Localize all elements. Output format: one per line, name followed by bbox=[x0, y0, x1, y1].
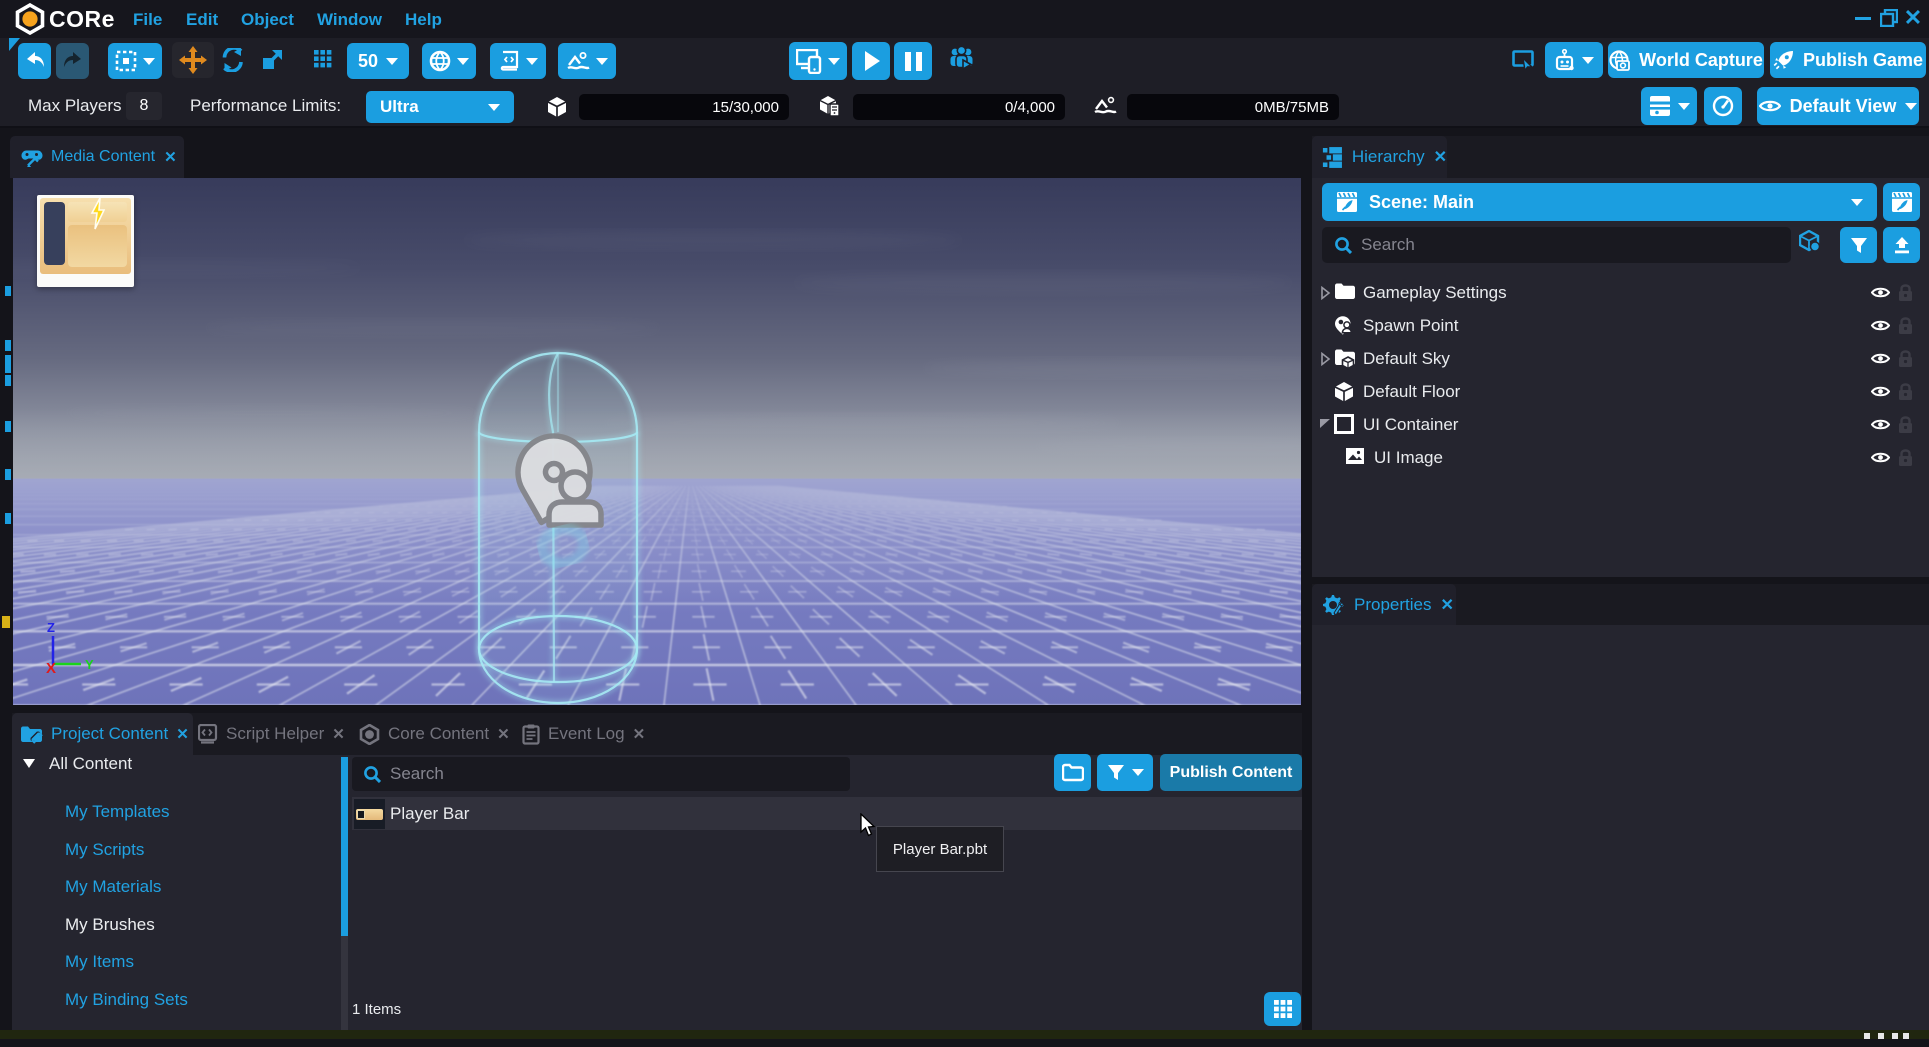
svg-text:Z: Z bbox=[47, 620, 55, 635]
svg-text:X: X bbox=[46, 660, 56, 677]
svg-text:Y: Y bbox=[85, 657, 94, 672]
